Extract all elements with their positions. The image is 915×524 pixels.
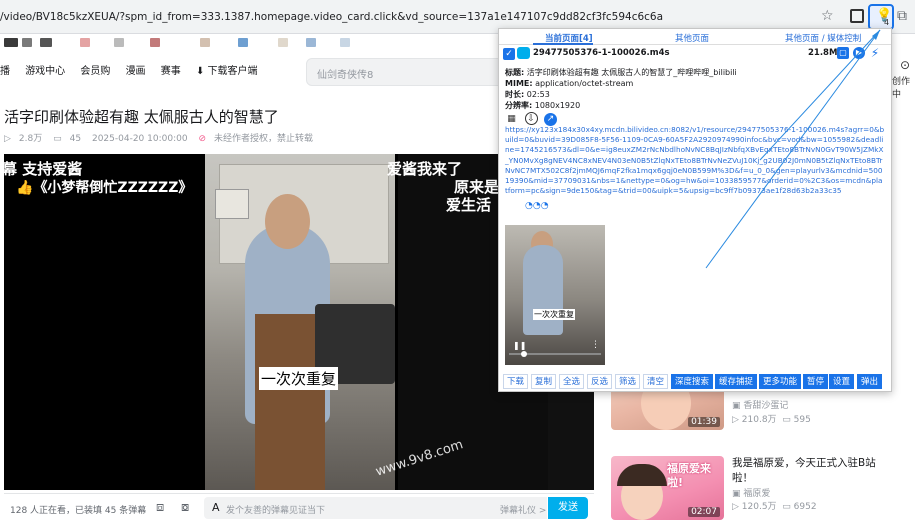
annotation-arrows <box>705 29 881 269</box>
annotation-arrow-line <box>705 29 881 269</box>
annotation-arrow-line <box>759 29 881 161</box>
